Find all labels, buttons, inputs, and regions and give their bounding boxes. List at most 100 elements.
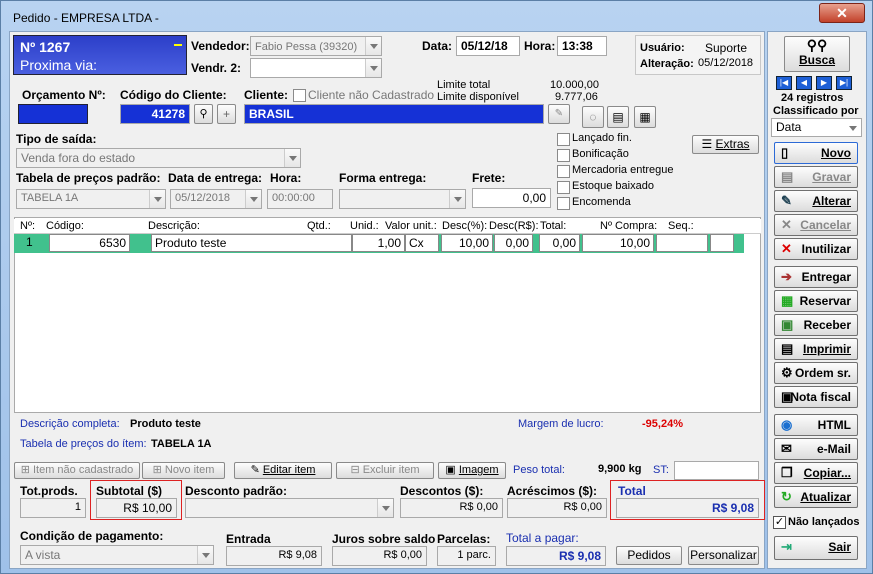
parcels-label: Parcelas:	[437, 532, 491, 546]
chevron-down-icon	[149, 190, 165, 208]
image-button[interactable]: ▣ Imagem	[438, 462, 506, 479]
edit-item-button[interactable]: ✎ Editar item	[234, 462, 332, 479]
extras-button[interactable]: ☰ Extras	[692, 135, 759, 154]
col-desc: Descrição:	[148, 220, 200, 232]
binoculars-icon[interactable]: ⚲	[194, 104, 213, 124]
customize-button[interactable]: Personalizar	[688, 546, 759, 565]
budget-field[interactable]	[18, 104, 88, 124]
vendor-select[interactable]: Fabio Pessa (39320)	[250, 36, 382, 56]
cell-descr[interactable]: 0,00	[539, 234, 580, 252]
parcels-value: 1 parc.	[437, 546, 496, 566]
limit-avail-label: Limite disponível	[437, 91, 519, 103]
weight-label: Peso total:	[513, 464, 565, 476]
copy-button[interactable]: ❐ Copiar...	[774, 462, 858, 484]
bulb-icon[interactable]: ◌	[582, 106, 604, 128]
cell-seq[interactable]	[710, 234, 734, 252]
order-window: Pedido - EMPRESA LTDA - ✕ Nº 1267 Proxim…	[0, 0, 873, 574]
print-button[interactable]: ▤ Imprimir	[774, 338, 858, 360]
service-order-button[interactable]: ⚙ Ordem sr.	[774, 362, 858, 384]
cell-code[interactable]: 6530	[49, 234, 130, 252]
invoice-button[interactable]: ▣ Nota fiscal	[774, 386, 858, 408]
plus-icon[interactable]: +	[217, 104, 236, 124]
sale-type-select[interactable]: Venda fora do estado	[16, 148, 301, 168]
delivery-date-field[interactable]: 05/12/2018	[170, 189, 262, 209]
not-posted-checkbox[interactable]: ✓	[773, 516, 786, 529]
subtotal-label: Subtotal ($)	[96, 484, 162, 498]
client-not-registered-checkbox[interactable]	[293, 89, 306, 102]
invoice-icon: ▣	[781, 389, 794, 404]
cell-n: 1	[16, 234, 48, 252]
delete-item-button[interactable]: ⊟ Excluir item	[336, 462, 434, 479]
delivery-form-select[interactable]	[339, 189, 466, 209]
prev-record-button[interactable]: ◀	[796, 76, 812, 90]
table-row[interactable]: 1 6530 Produto teste 1,00 Cx 10,00 0,00 …	[14, 234, 744, 253]
col-qtd: Qtd.:	[307, 220, 331, 232]
orders-button[interactable]: Pedidos	[616, 546, 682, 565]
entry-value: R$ 9,08	[226, 546, 322, 566]
alter-label: Alteração:	[640, 58, 694, 70]
topay-label: Total a pagar:	[506, 531, 579, 545]
search-button[interactable]: ⚲⚲ Busca	[784, 36, 850, 72]
chevron-down-icon	[377, 499, 393, 517]
payment-cond-select[interactable]: A vista	[20, 545, 214, 565]
checkbox-order[interactable]	[557, 197, 570, 210]
total-prods-label: Tot.prods.	[20, 484, 78, 498]
cell-descp[interactable]: 0,00	[494, 234, 533, 252]
client-code-field[interactable]: 41278	[120, 104, 190, 124]
cell-qtd[interactable]: 1,00	[352, 234, 405, 252]
update-button[interactable]: ↻ Atualizar	[774, 486, 858, 508]
client-code-label: Código do Cliente:	[120, 88, 227, 102]
delivery-hour-field[interactable]: 00:00:00	[267, 189, 333, 209]
user-label: Usuário:	[640, 42, 685, 54]
new-button[interactable]: ▯ Novo	[774, 142, 858, 164]
price-table-select[interactable]: TABELA 1A	[16, 189, 166, 209]
cell-purchase[interactable]	[656, 234, 708, 252]
save-button[interactable]: ▤ Gravar	[774, 166, 858, 188]
cancel-button[interactable]: ✕ Cancelar	[774, 214, 858, 236]
reserve-button[interactable]: ▦ Reservar	[774, 290, 858, 312]
edit-button[interactable]: ✎ Alterar	[774, 190, 858, 212]
freight-field[interactable]: 0,00	[472, 188, 551, 208]
exit-button[interactable]: ⇥ Sair	[774, 536, 858, 560]
client-doc-icon[interactable]: ▦	[634, 106, 656, 128]
first-record-button[interactable]: |◀	[776, 76, 792, 90]
cell-unit[interactable]: Cx	[405, 234, 439, 252]
item-not-registered-button[interactable]: ⊞ Item não cadastrado	[14, 462, 140, 479]
total-prods-value: 1	[20, 498, 86, 518]
checkbox-stock[interactable]	[557, 181, 570, 194]
window-title: Pedido - EMPRESA LTDA -	[13, 11, 159, 25]
html-button[interactable]: ◉ HTML	[774, 414, 858, 436]
cell-total[interactable]: 10,00	[582, 234, 654, 252]
time-field[interactable]: 13:38	[557, 36, 607, 56]
sort-select[interactable]: Data	[771, 118, 862, 137]
deliver-button[interactable]: ➔ Entregar	[774, 266, 858, 288]
checkbox-bonus[interactable]	[557, 149, 570, 162]
cell-val[interactable]: 10,00	[441, 234, 493, 252]
client-name-field[interactable]: BRASIL	[244, 104, 544, 124]
last-record-button[interactable]: ▶|	[836, 76, 852, 90]
new-item-button[interactable]: ⊞ Novo item	[142, 462, 225, 479]
sale-type-label: Tipo de saída:	[16, 132, 97, 146]
checkbox-delivered[interactable]	[557, 165, 570, 178]
checkbox-launched[interactable]	[557, 133, 570, 146]
date-field[interactable]: 05/12/18	[456, 36, 520, 56]
st-field[interactable]	[674, 461, 759, 480]
receive-button[interactable]: ▣ Receber	[774, 314, 858, 336]
void-button[interactable]: ✕ Inutilizar	[774, 238, 858, 260]
email-icon: ✉	[781, 441, 792, 456]
close-button[interactable]: ✕	[819, 3, 865, 23]
next-record-button[interactable]: ▶	[816, 76, 832, 90]
sale-type-value: Venda fora do estado	[21, 151, 136, 165]
col-descr: Desc(R$):	[489, 220, 539, 232]
minimize-icon[interactable]	[174, 44, 182, 46]
save-icon: ▤	[781, 169, 794, 184]
email-button[interactable]: ✉ e-Mail	[774, 438, 858, 460]
vendor2-select[interactable]	[250, 58, 382, 78]
sorted-label: Classificado por	[773, 105, 859, 117]
delivery-form-label: Forma entrega:	[339, 171, 427, 185]
cell-desc[interactable]: Produto teste	[151, 234, 352, 252]
limit-total-label: Limite total	[437, 79, 491, 91]
disc-std-select[interactable]	[185, 498, 394, 518]
edit-client-icon[interactable]: ✎	[548, 104, 570, 124]
print-client-icon[interactable]: ▤	[607, 106, 629, 128]
